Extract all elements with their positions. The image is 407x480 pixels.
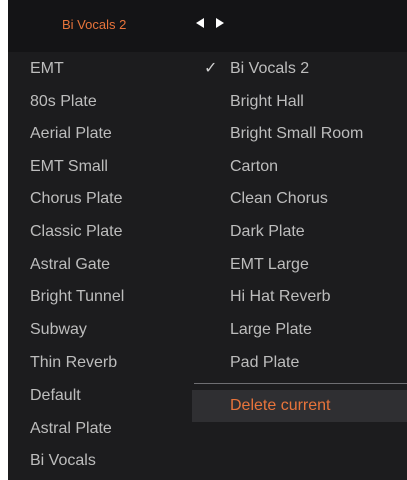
preset-item[interactable]: Bright Tunnel [30,281,124,313]
next-preset-button[interactable] [213,15,227,31]
preset-item[interactable]: EMT [30,53,64,85]
preset-item[interactable]: Bright Hall [230,86,304,118]
triangle-right-icon [216,18,224,28]
preset-item[interactable]: Bright Small Room [230,118,363,150]
preset-item[interactable]: Dark Plate [230,216,305,248]
preset-item[interactable]: Clean Chorus [230,183,328,215]
triangle-left-icon [196,18,204,28]
checkmark-icon: ✓ [204,60,218,77]
preset-item[interactable]: Aerial Plate [30,118,112,150]
preset-item[interactable]: EMT Small [30,151,108,183]
previous-preset-button[interactable] [193,15,207,31]
preset-item[interactable]: Subway [30,314,87,346]
preset-item[interactable]: Large Plate [230,314,312,346]
preset-item-selected[interactable]: Bi Vocals 2 [230,53,309,85]
current-preset-name[interactable]: Bi Vocals 2 [62,17,126,32]
preset-item[interactable]: Carton [230,151,278,183]
preset-item[interactable]: Thin Reverb [30,347,117,379]
preset-item[interactable]: Astral Plate [30,413,112,445]
preset-item[interactable]: Astral Gate [30,249,110,281]
delete-current-button[interactable]: Delete current [192,390,407,422]
preset-header: Bi Vocals 2 [8,0,407,52]
preset-item[interactable]: Pad Plate [230,347,299,379]
preset-item[interactable]: Hi Hat Reverb [230,281,330,313]
preset-item[interactable]: EMT Large [230,249,309,281]
preset-item[interactable]: Bi Vocals [30,445,96,477]
preset-item[interactable]: Default [30,380,81,412]
preset-menu: Bi Vocals 2 EMT 80s Plate Aerial Plate E… [8,0,407,480]
menu-divider [194,383,407,384]
preset-item[interactable]: 80s Plate [30,86,97,118]
preset-item[interactable]: Classic Plate [30,216,122,248]
preset-item[interactable]: Chorus Plate [30,183,123,215]
delete-current-label: Delete current [230,397,331,414]
